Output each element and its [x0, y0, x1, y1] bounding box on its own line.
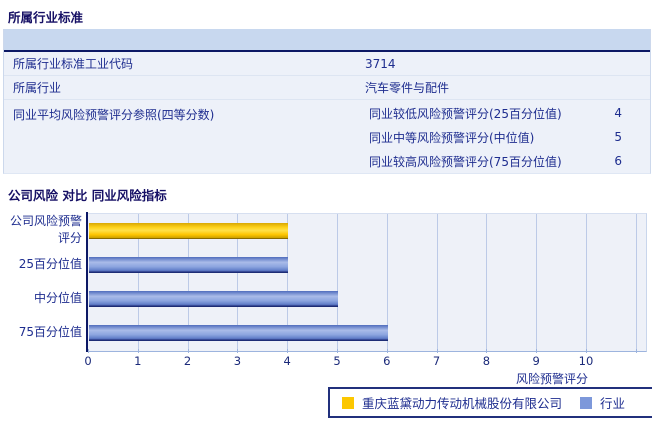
category-label: 公司风险预警 评分: [9, 214, 82, 246]
risk-comparison-bar-chart: 风险预警评分 重庆蓝黛动力传动机械股份有限公司 行业 0 1 2 3 4 5 6 7 8 9 10 公…: [0, 211, 652, 427]
subrow-medium-risk: 同业中等风险预警评分(中位值) 5: [365, 125, 650, 149]
company-bar: [89, 222, 288, 239]
industry-standard-table: 所属行业标准工业代码 3714 所属行业 汽车零件与配件 同业平均风险预警评分参…: [3, 29, 651, 174]
x-axis-tick-label: 9: [532, 354, 540, 368]
legend-swatch-industry-icon: [580, 396, 593, 409]
chart-y-axis-line: [86, 212, 88, 352]
row-label-industry: 所属行业: [13, 81, 62, 95]
table-row: 所属行业 汽车零件与配件: [4, 76, 650, 100]
x-axis-tick-label: 10: [578, 354, 594, 368]
x-axis-tick-label: 1: [134, 354, 142, 368]
x-axis-tick-mark: [536, 349, 537, 353]
industry-bar: [89, 291, 338, 308]
row-label-industry-code: 所属行业标准工业代码: [13, 57, 134, 71]
legend-swatch-company-icon: [342, 396, 354, 409]
table-header-band: [4, 29, 650, 52]
chart-x-axis-title: 风险预警评分: [515, 372, 588, 386]
x-axis-tick-mark: [636, 349, 637, 353]
x-axis-tick-mark: [337, 349, 338, 353]
subrow-value-75th: 6: [614, 154, 622, 168]
row-value-industry-code: 3714: [365, 56, 396, 71]
x-axis-tick-label: 5: [333, 354, 341, 368]
x-axis-tick-mark: [88, 349, 89, 353]
x-axis-tick-label: 4: [283, 354, 291, 368]
x-axis-tick-mark: [287, 349, 288, 353]
category-label: 中分位值: [33, 291, 82, 306]
x-axis-tick-mark: [486, 349, 487, 353]
peer-reference-subtable: 同业较低风险预警评分(25百分位值) 4 同业中等风险预警评分(中位值) 5 同…: [365, 100, 650, 173]
industry-bar: [89, 325, 388, 342]
category-label: 25百分位值: [18, 256, 82, 271]
section-title-risk-comparison: 公司风险 对比 同业风险指标: [8, 188, 167, 203]
gridline: [536, 214, 537, 351]
subrow-value-25th: 4: [614, 106, 622, 120]
x-axis-tick-label: 3: [233, 354, 242, 368]
section-title-industry-standard: 所属行业标准: [8, 10, 84, 25]
x-axis-tick-label: 0: [84, 354, 92, 368]
x-axis-tick-label: 7: [432, 354, 441, 368]
gridline: [486, 214, 487, 351]
gridline: [636, 214, 637, 351]
legend-label-industry: 行业: [600, 396, 626, 411]
x-axis-tick-mark: [586, 349, 587, 353]
row-label-peer-reference: 同业平均风险预警评分参照(四等分数): [13, 108, 215, 122]
x-axis-tick-mark: [237, 349, 238, 353]
subrow-value-median: 5: [614, 130, 622, 144]
subrow-high-risk: 同业较高风险预警评分(75百分位值) 6: [365, 149, 650, 173]
x-axis-tick-label: 6: [383, 354, 391, 368]
category-label: 75百分位值: [18, 325, 82, 340]
table-row-peer-reference: 同业平均风险预警评分参照(四等分数) 同业较低风险预警评分(25百分位值) 4 …: [4, 100, 650, 173]
subrow-low-risk: 同业较低风险预警评分(25百分位值) 4: [365, 101, 650, 125]
x-axis-tick-mark: [387, 349, 388, 353]
x-axis-tick-label: 2: [183, 354, 192, 368]
x-axis-tick-label: 8: [482, 354, 491, 368]
industry-bar: [89, 256, 288, 273]
subrow-label-25th: 同业较低风险预警评分(25百分位值): [369, 106, 562, 121]
x-axis-tick-mark: [138, 349, 139, 353]
report-page: 所属行业标准 所属行业标准工业代码 3714 所属行业 汽车零件与配件 同业平均…: [0, 0, 652, 427]
gridline: [437, 214, 438, 351]
table-row: 所属行业标准工业代码 3714: [4, 52, 650, 76]
row-value-industry: 汽车零件与配件: [365, 81, 450, 95]
chart-legend: 重庆蓝黛动力传动机械股份有限公司 行业: [328, 387, 652, 418]
subrow-label-75th: 同业较高风险预警评分(75百分位值): [369, 154, 562, 169]
x-axis-tick-mark: [437, 349, 438, 353]
gridline: [586, 214, 587, 351]
x-axis-tick-mark: [188, 349, 189, 353]
subrow-label-median: 同业中等风险预警评分(中位值): [369, 130, 535, 145]
legend-label-company: 重庆蓝黛动力传动机械股份有限公司: [362, 396, 563, 411]
